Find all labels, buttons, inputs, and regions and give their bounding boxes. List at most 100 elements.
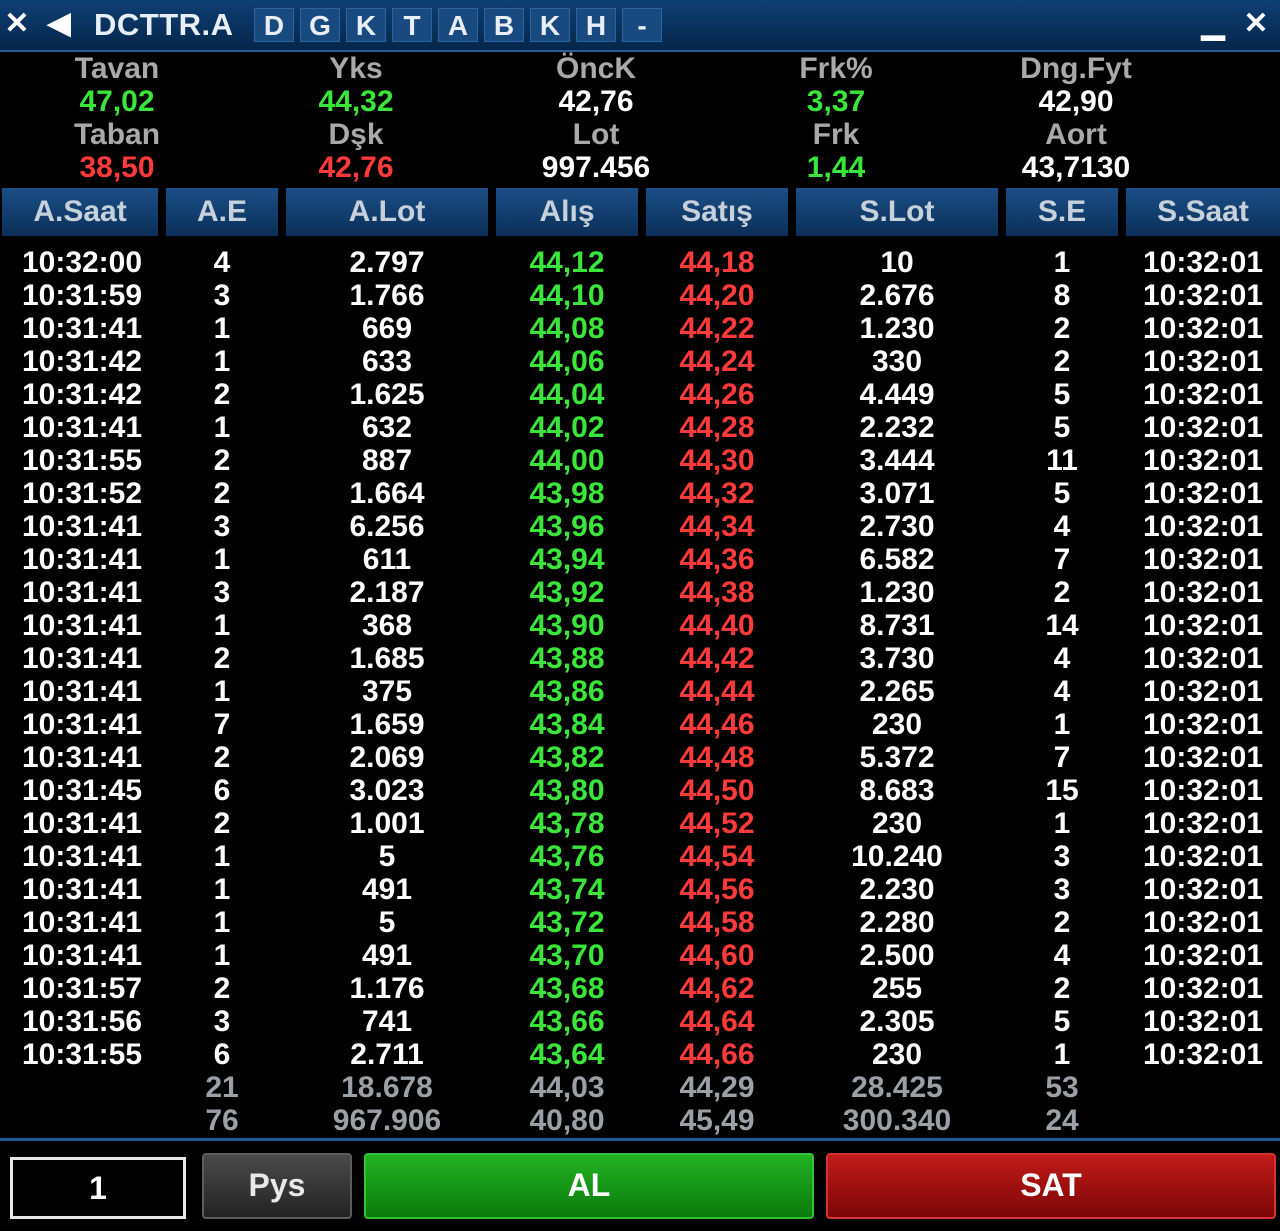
depth-row[interactable]: 10:31:56 3 741 43,66 44,64 2.305 5 10:32:01 xyxy=(0,1005,1280,1038)
cell-alis: 43,72 xyxy=(529,906,605,939)
cell-s-saat: 10:32:01 xyxy=(1142,279,1264,312)
cell-alis: 43,96 xyxy=(529,510,605,543)
depth-row[interactable]: 10:31:42 1 633 44,06 44,24 330 2 10:32:01 xyxy=(0,345,1280,378)
total-cell-a-e: 76 xyxy=(205,1104,239,1137)
quantity-input[interactable]: 1 xyxy=(10,1157,186,1219)
depth-row[interactable]: 10:31:41 1 491 43,70 44,60 2.500 4 10:32:01 xyxy=(0,939,1280,972)
total-cell-alis: 40,80 xyxy=(529,1104,605,1137)
title-bar: ✕ ◀ DCTTR.A D G K T A B K H - ▁ ✕ xyxy=(0,0,1280,52)
cell-s-saat: 10:32:01 xyxy=(1142,378,1264,411)
cell-s-saat: 10:32:01 xyxy=(1142,510,1264,543)
depth-row[interactable]: 10:31:41 1 632 44,02 44,28 2.232 5 10:32:01 xyxy=(0,411,1280,444)
total-cell-s-lot: 28.425 xyxy=(851,1071,943,1104)
sell-button[interactable]: SAT xyxy=(826,1153,1276,1219)
view-button-t[interactable]: T xyxy=(392,8,432,42)
header-satis[interactable]: Satış xyxy=(646,188,788,236)
cell-a-saat: 10:31:41 xyxy=(21,675,143,708)
cell-s-saat: 10:32:01 xyxy=(1142,1005,1264,1038)
depth-row[interactable]: 10:31:55 6 2.711 43,64 44,66 230 1 10:32:01 xyxy=(0,1038,1280,1071)
depth-row[interactable]: 10:31:41 3 6.256 43,96 44,34 2.730 4 10:32:01 xyxy=(0,510,1280,543)
header-a-e[interactable]: A.E xyxy=(166,188,278,236)
depth-row[interactable]: 10:31:41 2 1.001 43,78 44,52 230 1 10:32:01 xyxy=(0,807,1280,840)
depth-row[interactable]: 10:31:41 1 669 44,08 44,22 1.230 2 10:32:01 xyxy=(0,312,1280,345)
depth-row[interactable]: 10:31:55 2 887 44,00 44,30 3.444 11 10:32:01 xyxy=(0,444,1280,477)
pys-button[interactable]: Pys xyxy=(202,1153,352,1219)
depth-row[interactable]: 10:31:41 1 491 43,74 44,56 2.230 3 10:32:01 xyxy=(0,873,1280,906)
cell-alis: 43,70 xyxy=(529,939,605,972)
header-a-lot[interactable]: A.Lot xyxy=(286,188,488,236)
cell-s-lot: 255 xyxy=(871,972,923,1005)
symbol-title: DCTTR.A xyxy=(94,7,234,42)
cell-a-e: 1 xyxy=(213,906,231,939)
view-button-h[interactable]: H xyxy=(576,8,616,42)
cell-s-e: 8 xyxy=(1053,279,1071,312)
cell-s-saat: 10:32:01 xyxy=(1142,543,1264,576)
cell-a-e: 7 xyxy=(213,708,231,741)
view-button-k2[interactable]: K xyxy=(530,8,570,42)
cell-alis: 43,74 xyxy=(529,873,605,906)
cell-s-e: 2 xyxy=(1053,576,1071,609)
header-s-lot[interactable]: S.Lot xyxy=(796,188,998,236)
depth-row[interactable]: 10:32:00 4 2.797 44,12 44,18 10 1 10:32:01 xyxy=(0,246,1280,279)
cell-satis: 44,40 xyxy=(679,609,755,642)
cell-s-e: 1 xyxy=(1053,246,1071,279)
depth-row[interactable]: 10:31:42 2 1.625 44,04 44,26 4.449 5 10:32:01 xyxy=(0,378,1280,411)
buy-button[interactable]: AL xyxy=(364,1153,814,1219)
close-window-icon[interactable]: ✕ xyxy=(1238,4,1274,44)
view-button-b[interactable]: B xyxy=(484,8,524,42)
view-button-a[interactable]: A xyxy=(438,8,478,42)
header-alis[interactable]: Alış xyxy=(496,188,638,236)
depth-row[interactable]: 10:31:41 1 5 43,72 44,58 2.280 2 10:32:01 xyxy=(0,906,1280,939)
depth-row[interactable]: 10:31:41 1 375 43,86 44,44 2.265 4 10:32:01 xyxy=(0,675,1280,708)
cell-satis: 44,36 xyxy=(679,543,755,576)
cell-satis: 44,28 xyxy=(679,411,755,444)
cell-a-e: 2 xyxy=(213,807,231,840)
cell-a-e: 1 xyxy=(213,873,231,906)
header-s-e[interactable]: S.E xyxy=(1006,188,1118,236)
cell-s-saat: 10:32:01 xyxy=(1142,906,1264,939)
depth-row[interactable]: 10:31:41 1 368 43,90 44,40 8.731 14 10:32:01 xyxy=(0,609,1280,642)
cell-s-saat: 10:32:01 xyxy=(1142,873,1264,906)
cell-a-e: 1 xyxy=(213,840,231,873)
view-letter-buttons: D G K T A B K H - xyxy=(254,8,668,42)
cell-a-e: 2 xyxy=(213,642,231,675)
back-arrow-icon[interactable]: ◀ xyxy=(42,4,76,44)
cell-a-e: 1 xyxy=(213,411,231,444)
cell-alis: 44,10 xyxy=(529,279,605,312)
cell-s-e: 2 xyxy=(1053,345,1071,378)
depth-row[interactable]: 10:31:41 7 1.659 43,84 44,46 230 1 10:32:01 xyxy=(0,708,1280,741)
header-a-saat[interactable]: A.Saat xyxy=(2,188,158,236)
cell-satis: 44,30 xyxy=(679,444,755,477)
view-button-d[interactable]: D xyxy=(254,8,294,42)
depth-row[interactable]: 10:31:41 1 5 43,76 44,54 10.240 3 10:32:01 xyxy=(0,840,1280,873)
view-button-dash[interactable]: - xyxy=(622,8,662,42)
cell-s-saat: 10:32:01 xyxy=(1142,774,1264,807)
cell-satis: 44,32 xyxy=(679,477,755,510)
cell-a-e: 3 xyxy=(213,279,231,312)
depth-row[interactable]: 10:31:41 3 2.187 43,92 44,38 1.230 2 10:32:01 xyxy=(0,576,1280,609)
depth-row[interactable]: 10:31:41 2 2.069 43,82 44,48 5.372 7 10:32:01 xyxy=(0,741,1280,774)
cell-alis: 43,76 xyxy=(529,840,605,873)
taban-label: Taban xyxy=(73,118,161,151)
frk-label: Frk xyxy=(812,118,860,151)
depth-row[interactable]: 10:31:45 6 3.023 43,80 44,50 8.683 15 10:32:01 xyxy=(0,774,1280,807)
cell-a-saat: 10:31:45 xyxy=(21,774,143,807)
minimize-icon[interactable]: ▁ xyxy=(1196,4,1230,44)
cell-s-lot: 230 xyxy=(871,807,923,840)
lot-value: 997.456 xyxy=(541,151,651,184)
view-button-k[interactable]: K xyxy=(346,8,386,42)
cell-s-e: 11 xyxy=(1046,444,1078,477)
cell-satis: 44,22 xyxy=(679,312,755,345)
cell-a-e: 6 xyxy=(213,774,231,807)
depth-row[interactable]: 10:31:41 1 611 43,94 44,36 6.582 7 10:32:01 xyxy=(0,543,1280,576)
depth-row[interactable]: 10:31:57 2 1.176 43,68 44,62 255 2 10:32:01 xyxy=(0,972,1280,1005)
depth-row[interactable]: 10:31:41 2 1.685 43,88 44,42 3.730 4 10:32:01 xyxy=(0,642,1280,675)
cell-s-lot: 8.683 xyxy=(859,774,935,807)
depth-row[interactable]: 10:31:59 3 1.766 44,10 44,20 2.676 8 10:32:01 xyxy=(0,279,1280,312)
header-s-saat[interactable]: S.Saat xyxy=(1126,188,1280,236)
close-icon[interactable]: ✕ xyxy=(2,4,32,44)
cell-a-saat: 10:31:41 xyxy=(21,873,143,906)
cell-a-lot: 3.023 xyxy=(349,774,425,807)
depth-row[interactable]: 10:31:52 2 1.664 43,98 44,32 3.071 5 10:32:01 xyxy=(0,477,1280,510)
view-button-g[interactable]: G xyxy=(300,8,340,42)
